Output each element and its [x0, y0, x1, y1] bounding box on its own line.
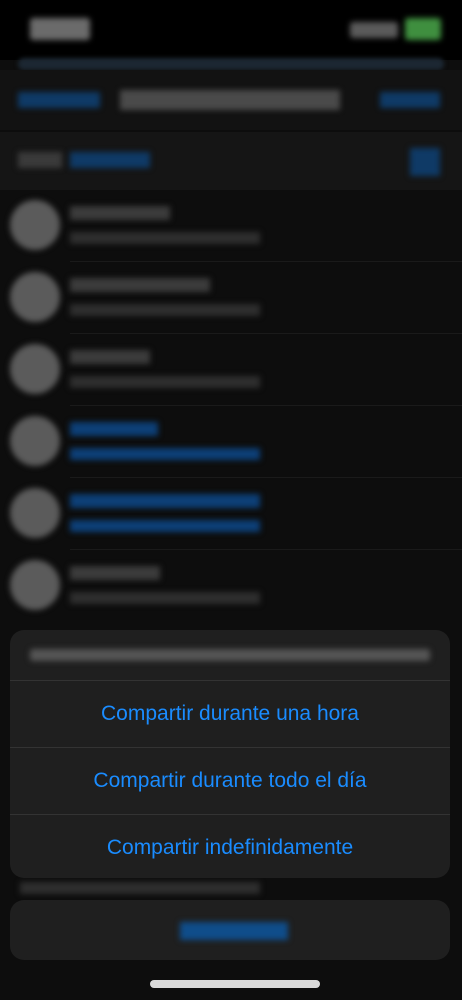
search-action-icon — [410, 148, 440, 176]
navigation-bar — [0, 70, 462, 130]
contact-detail-redacted — [70, 232, 260, 244]
list-item — [0, 478, 462, 550]
contact-name-redacted — [70, 494, 260, 508]
share-all-day-button[interactable]: Compartir durante todo el día — [10, 748, 450, 815]
contact-detail-redacted — [70, 520, 260, 532]
avatar — [10, 200, 60, 250]
background-row-fragment — [0, 878, 462, 898]
list-item — [0, 262, 462, 334]
contact-name-redacted — [70, 278, 210, 292]
contact-detail-redacted — [70, 304, 260, 316]
list-item — [0, 550, 462, 622]
contact-name-redacted — [70, 422, 158, 436]
share-indefinitely-button[interactable]: Compartir indefinidamente — [10, 815, 450, 878]
contact-name-redacted — [70, 566, 160, 580]
home-indicator[interactable] — [150, 980, 320, 988]
background-text-redacted — [20, 882, 260, 894]
status-bar — [0, 0, 462, 60]
search-link-redacted — [70, 152, 150, 168]
avatar — [10, 272, 60, 322]
list-item — [0, 334, 462, 406]
action-sheet-message — [10, 630, 450, 681]
contact-detail-redacted — [70, 592, 260, 604]
action-sheet: Compartir durante una hora Compartir dur… — [10, 630, 450, 878]
list-item — [0, 406, 462, 478]
cancel-button[interactable] — [10, 900, 450, 960]
contact-name-redacted — [70, 206, 170, 220]
list-item — [0, 190, 462, 262]
contact-detail-redacted — [70, 376, 260, 388]
cancel-label-redacted — [180, 922, 288, 940]
nav-left-button-redacted — [18, 92, 100, 108]
avatar — [10, 344, 60, 394]
avatar — [10, 560, 60, 610]
search-row — [0, 132, 462, 190]
nav-right-button-redacted — [380, 92, 440, 108]
battery-icon — [405, 18, 441, 40]
search-label-redacted — [18, 152, 62, 168]
status-time-redacted — [30, 18, 90, 40]
action-sheet-message-redacted — [30, 649, 430, 661]
nav-title-redacted — [120, 90, 340, 110]
avatar — [10, 416, 60, 466]
contact-name-redacted — [70, 350, 150, 364]
sheet-edge — [18, 58, 444, 70]
share-one-hour-button[interactable]: Compartir durante una hora — [10, 681, 450, 748]
avatar — [10, 488, 60, 538]
contact-detail-redacted — [70, 448, 260, 460]
signal-icon — [350, 22, 398, 38]
